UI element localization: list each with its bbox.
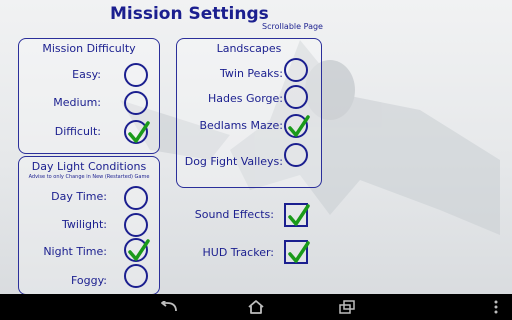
landscapes-panel: Landscapes Twin Peaks: Hades Gorge: Bedl… (176, 38, 322, 188)
daylight-night-time-radio[interactable] (124, 238, 150, 262)
difficulty-difficult-radio[interactable] (124, 120, 150, 144)
hud-tracker-checkbox[interactable] (284, 240, 310, 264)
landscapes-title: Landscapes (216, 42, 282, 55)
checkmark-icon (288, 115, 310, 137)
difficulty-difficult-label: Difficult: (54, 125, 101, 138)
difficulty-easy-label: Easy: (72, 68, 101, 81)
back-icon[interactable] (156, 294, 182, 320)
checkmark-icon (128, 121, 150, 143)
daylight-note: Advise to only Change in New (Restarted)… (28, 174, 150, 180)
daylight-foggy-label: Foggy: (70, 274, 107, 287)
recents-icon[interactable] (334, 294, 360, 320)
landscape-bedlams-maze-label: Bedlams Maze: (199, 119, 283, 132)
landscape-dog-fight-valleys-radio[interactable] (284, 143, 308, 167)
landscape-twin-peaks-radio[interactable] (284, 58, 308, 82)
sound-effects-label: Sound Effects: (194, 208, 274, 221)
daylight-panel: Day Light Conditions Advise to only Chan… (18, 156, 160, 295)
home-icon[interactable] (243, 294, 269, 320)
page-title: Mission Settings (110, 4, 269, 24)
system-navigation-bar (0, 294, 512, 320)
menu-icon[interactable] (488, 294, 504, 320)
daylight-night-time-label: Night Time: (43, 245, 107, 258)
daylight-twilight-radio[interactable] (124, 213, 148, 237)
daylight-twilight-label: Twilight: (61, 218, 107, 231)
daylight-day-time-radio[interactable] (124, 186, 148, 210)
difficulty-medium-label: Medium: (53, 96, 101, 109)
checkmark-icon (128, 239, 150, 261)
mission-difficulty-title: Mission Difficulty (42, 42, 136, 55)
landscape-hades-gorge-label: Hades Gorge: (207, 92, 283, 105)
difficulty-easy-radio[interactable] (124, 63, 148, 87)
mission-difficulty-panel: Mission Difficulty Easy: Medium: Difficu… (18, 38, 160, 154)
landscape-bedlams-maze-radio[interactable] (284, 114, 310, 138)
checkmark-icon (288, 241, 310, 263)
difficulty-medium-radio[interactable] (124, 91, 148, 115)
landscape-hades-gorge-radio[interactable] (284, 85, 308, 109)
landscape-twin-peaks-label: Twin Peaks: (220, 67, 283, 80)
daylight-title: Day Light Conditions (31, 160, 147, 173)
sound-effects-checkbox[interactable] (284, 203, 310, 227)
landscape-dog-fight-valleys-label: Dog Fight Valleys: (184, 155, 283, 168)
hud-tracker-label: HUD Tracker: (202, 246, 274, 259)
daylight-foggy-radio[interactable] (124, 264, 148, 288)
scrollable-page-hint: Scrollable Page (262, 22, 323, 31)
checkmark-icon (288, 204, 310, 226)
daylight-day-time-label: Day Time: (51, 190, 107, 203)
